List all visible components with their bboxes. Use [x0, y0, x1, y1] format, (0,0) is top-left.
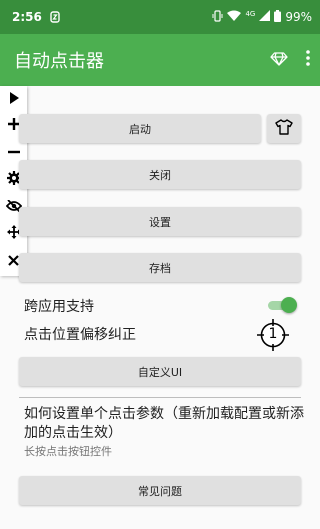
shirt-icon [275, 119, 293, 138]
custom-ui-button[interactable]: 自定义UI [19, 357, 301, 386]
network-type: 4G [245, 10, 256, 18]
battery-icon [274, 9, 282, 25]
theme-button[interactable] [267, 114, 301, 143]
diamond-icon[interactable] [270, 51, 288, 70]
click-params-help-title: 如何设置单个点击参数（重新加载配置或新添加的点击生效） [24, 406, 304, 441]
play-icon[interactable] [0, 86, 27, 110]
close-button[interactable]: 关闭 [19, 160, 301, 189]
app-title: 自动点击器 [14, 51, 104, 72]
divider [19, 397, 301, 398]
click-target-number: 1 [268, 326, 278, 342]
signal-icon [259, 10, 271, 24]
status-bar: 2:56 4G 99% [0, 0, 320, 34]
click-target-icon[interactable]: 1 [256, 318, 290, 352]
click-params-help-subtitle: 长按点击按钮控件 [24, 445, 112, 458]
status-time: 2:56 [12, 10, 42, 24]
cross-app-support-switch[interactable] [266, 297, 297, 313]
battery-percent: 99% [285, 10, 312, 24]
faq-button[interactable]: 常见问题 [19, 476, 301, 505]
app-bar: 自动点击器 [0, 34, 320, 86]
wifi-icon [227, 10, 242, 24]
click-offset-label: 点击位置偏移纠正 [24, 327, 136, 343]
start-button[interactable]: 启动 [19, 114, 261, 143]
more-options-icon[interactable] [306, 50, 310, 70]
vibrate-icon [212, 9, 223, 25]
cross-app-support-label: 跨应用支持 [24, 299, 94, 315]
switch-thumb [281, 297, 297, 313]
settings-button[interactable]: 设置 [19, 207, 301, 236]
notification-app-icon [50, 11, 60, 23]
archive-button[interactable]: 存档 [19, 253, 301, 282]
